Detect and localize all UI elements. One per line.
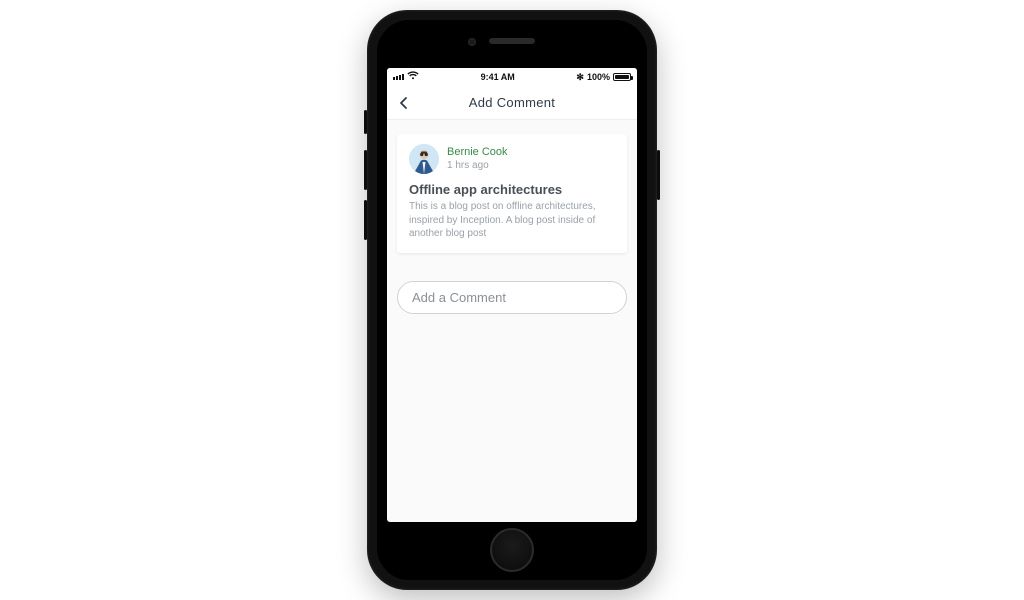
status-left-cluster — [393, 71, 419, 83]
status-time: 9:41 AM — [481, 72, 515, 82]
volume-down — [364, 200, 367, 240]
phone-frame: 9:41 AM ✻ 100% Add Comment — [367, 10, 657, 590]
nav-bar: Add Comment — [387, 86, 637, 120]
front-camera — [468, 38, 476, 46]
avatar — [409, 144, 439, 174]
content-area: Bernie Cook 1 hrs ago Offline app archit… — [387, 120, 637, 522]
chevron-left-icon — [397, 96, 411, 110]
cellular-signal-icon — [393, 74, 404, 80]
post-card: Bernie Cook 1 hrs ago Offline app archit… — [397, 134, 627, 253]
wifi-icon — [407, 71, 419, 83]
post-timestamp: 1 hrs ago — [447, 160, 508, 172]
author-name: Bernie Cook — [447, 146, 508, 159]
post-title: Offline app architectures — [409, 182, 615, 197]
battery-percent: 100% — [587, 72, 610, 82]
author-block: Bernie Cook 1 hrs ago — [447, 146, 508, 171]
comment-input[interactable] — [397, 281, 627, 314]
comment-input-row — [397, 281, 627, 314]
volume-up — [364, 150, 367, 190]
power-button — [657, 150, 660, 200]
screen: 9:41 AM ✻ 100% Add Comment — [387, 68, 637, 522]
status-bar: 9:41 AM ✻ 100% — [387, 68, 637, 86]
page-title: Add Comment — [387, 95, 637, 110]
back-button[interactable] — [393, 86, 415, 119]
status-right-cluster: ✻ 100% — [576, 72, 631, 83]
post-body: This is a blog post on offline architect… — [409, 200, 615, 241]
battery-icon — [613, 73, 631, 81]
earpiece-speaker — [489, 38, 535, 44]
mute-switch — [364, 110, 367, 134]
bluetooth-icon: ✻ — [576, 72, 584, 83]
home-button[interactable] — [490, 528, 534, 572]
phone-bezel: 9:41 AM ✻ 100% Add Comment — [377, 20, 647, 580]
post-header: Bernie Cook 1 hrs ago — [409, 144, 615, 174]
